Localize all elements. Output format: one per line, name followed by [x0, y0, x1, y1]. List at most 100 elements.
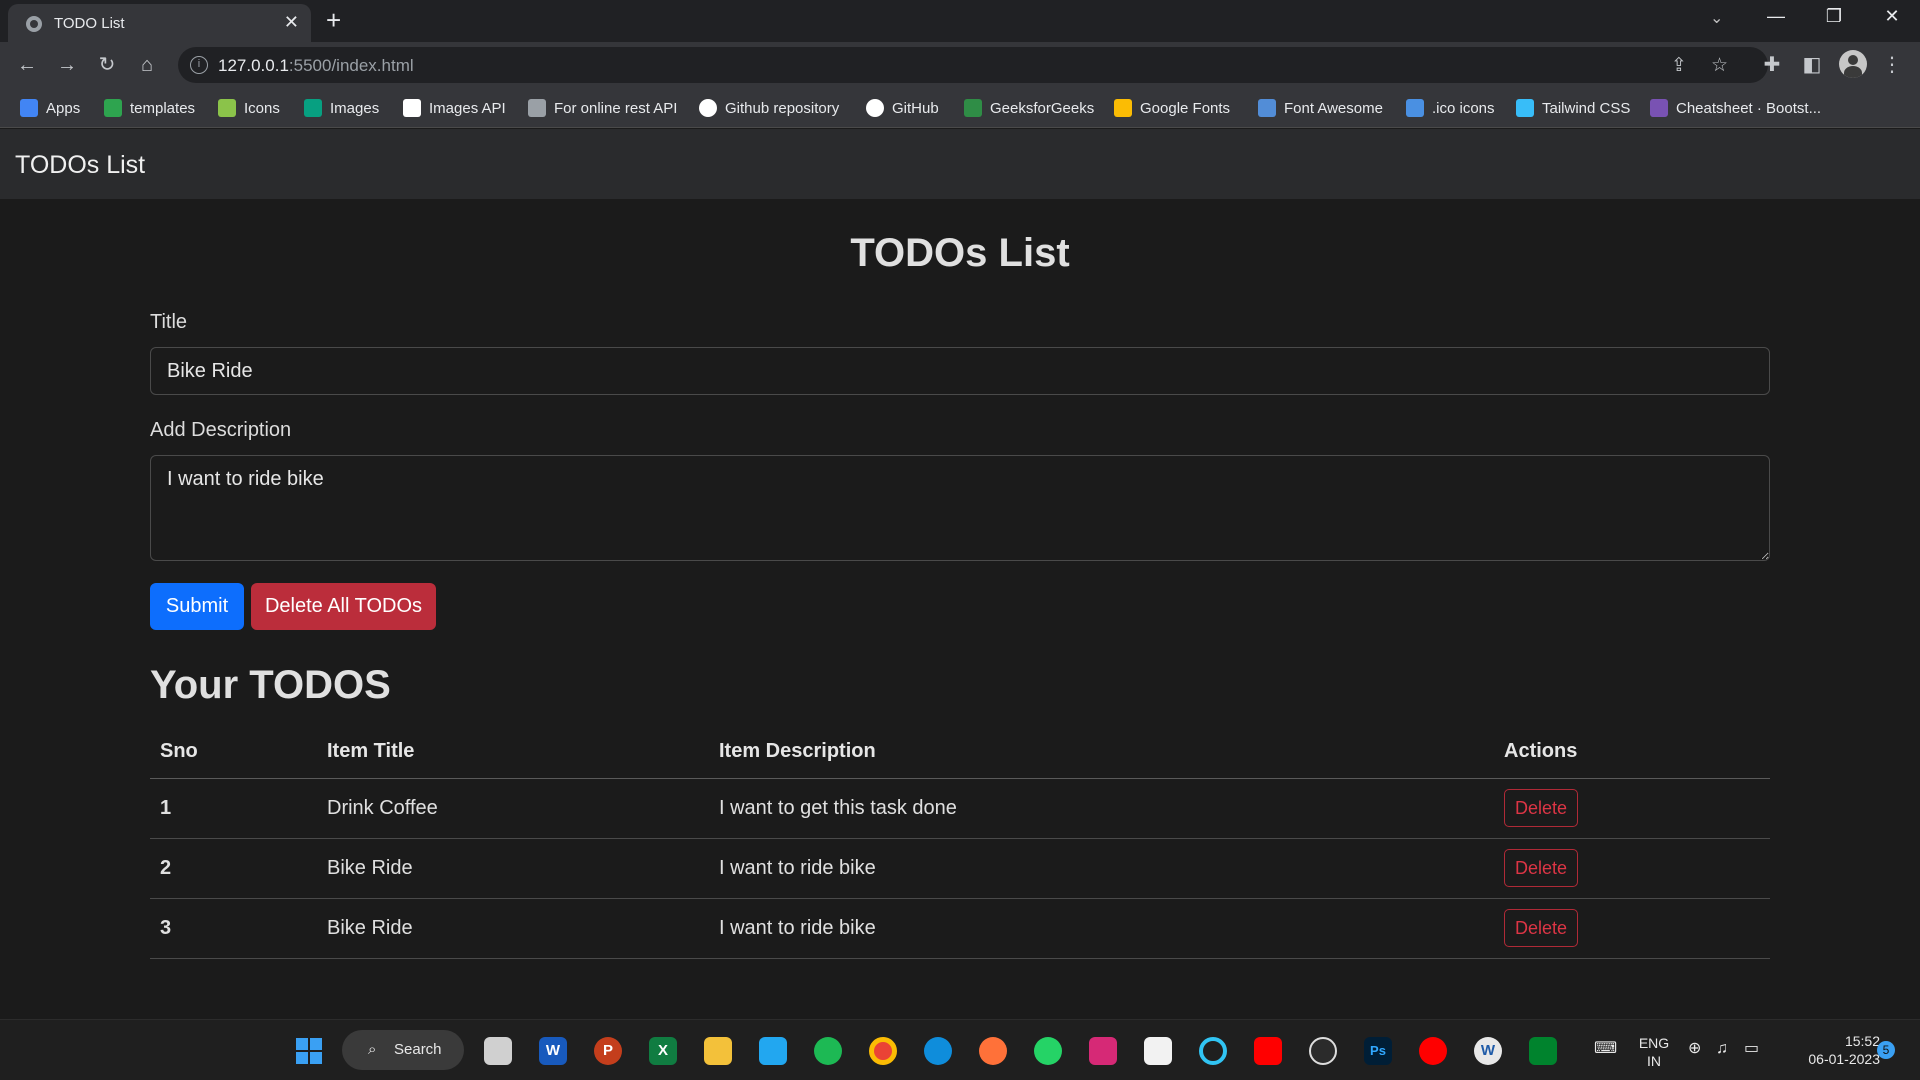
edge-icon[interactable]: [924, 1037, 952, 1065]
chrome-icon[interactable]: [869, 1037, 897, 1065]
bookmarks-bar: Apps templates Icons Images Images API F…: [0, 88, 1920, 128]
bookmark-tailwind[interactable]: Tailwind CSS: [1516, 88, 1630, 128]
task-view-icon[interactable]: [484, 1037, 512, 1065]
windows-start-icon[interactable]: [295, 1037, 323, 1065]
minimize-icon[interactable]: —: [1756, 6, 1796, 27]
whatsapp-icon[interactable]: [1034, 1037, 1062, 1065]
bookmark-label: GitHub: [892, 99, 939, 117]
row-actions: Delete: [1494, 898, 1770, 959]
url-path: :5500/index.html: [288, 56, 414, 75]
extensions-icon[interactable]: ✚: [1758, 51, 1786, 79]
restore-icon[interactable]: ❐: [1814, 6, 1854, 27]
page-navbar: TODOs List: [0, 129, 1920, 199]
bookmark-images[interactable]: Images: [304, 88, 379, 128]
delete-button[interactable]: Delete: [1504, 789, 1579, 827]
column-header: Item Description: [709, 725, 1494, 779]
file-explorer-icon[interactable]: [704, 1037, 732, 1065]
site-info-icon[interactable]: i: [190, 56, 208, 74]
firefox-icon[interactable]: [979, 1037, 1007, 1065]
row-description: I want to get this task done: [709, 778, 1494, 839]
address-bar[interactable]: i 127.0.0.1:5500/index.html ⇪ ☆: [178, 47, 1768, 83]
language-region: IN: [1647, 1053, 1661, 1069]
share-icon[interactable]: ⇪: [1671, 54, 1687, 77]
bookmark-github-repository[interactable]: Github repository: [699, 88, 839, 128]
back-icon[interactable]: ←: [13, 51, 41, 79]
table-row: 3 Bike Ride I want to ride bike Delete: [150, 898, 1770, 959]
bookmark-images-api[interactable]: Images API: [403, 88, 506, 128]
github-icon: [866, 99, 884, 117]
url-text[interactable]: 127.0.0.1:5500/index.html: [218, 56, 414, 76]
new-tab-icon[interactable]: +: [326, 5, 341, 35]
photoshop-icon[interactable]: Ps: [1364, 1037, 1392, 1065]
wordpad-icon[interactable]: W: [1474, 1037, 1502, 1065]
reload-icon[interactable]: ↻: [93, 51, 121, 79]
window-close-icon[interactable]: ✕: [1872, 6, 1912, 27]
tab-search-chevron-icon[interactable]: ⌄: [1710, 8, 1723, 28]
chrome-menu-icon[interactable]: ⋮: [1878, 51, 1906, 79]
bookmark-label: Images: [330, 99, 380, 117]
powerpoint-icon[interactable]: P: [594, 1037, 622, 1065]
taskbar-search[interactable]: ⌕ Search: [342, 1030, 464, 1070]
bookmark-label: GeeksforGeeks: [990, 99, 1095, 117]
meet-icon[interactable]: [1529, 1037, 1557, 1065]
bookmark-github[interactable]: GitHub: [866, 88, 939, 128]
delete-button[interactable]: Delete: [1504, 849, 1579, 887]
bookmark-icons[interactable]: Icons: [218, 88, 280, 128]
camera-icon[interactable]: [1309, 1037, 1337, 1065]
tab-close-icon[interactable]: ✕: [284, 12, 299, 32]
volume-icon[interactable]: ♫: [1716, 1040, 1728, 1058]
row-title: Bike Ride: [317, 838, 709, 899]
excel-icon[interactable]: X: [649, 1037, 677, 1065]
tab-title: TODO List: [54, 15, 125, 32]
bookmark-label: Icons: [244, 99, 280, 117]
instagram-icon[interactable]: [1089, 1037, 1117, 1065]
alexa-icon[interactable]: [1199, 1037, 1227, 1065]
title-input[interactable]: [150, 347, 1770, 395]
network-icon[interactable]: ⊕: [1688, 1040, 1701, 1058]
pexels-icon: [304, 99, 322, 117]
ms-store-icon[interactable]: [1144, 1037, 1172, 1065]
bookmark-ico-icons[interactable]: .ico icons: [1406, 88, 1495, 128]
bookmark-label: Images API: [429, 99, 506, 117]
forward-icon[interactable]: →: [53, 51, 81, 79]
bookmark-google-fonts[interactable]: Google Fonts: [1114, 88, 1230, 128]
bookmark-label: Tailwind CSS: [1542, 99, 1631, 117]
bookmark-geeksforgeeks[interactable]: GeeksforGeeks: [964, 88, 1094, 128]
table-header-row: Sno Item Title Item Description Actions: [150, 725, 1770, 779]
home-icon[interactable]: ⌂: [133, 51, 161, 79]
keyboard-icon[interactable]: ⌨: [1594, 1040, 1617, 1058]
delete-all-button[interactable]: Delete All TODOs: [251, 583, 436, 630]
search-label: Search: [394, 1041, 442, 1058]
table-row: 1 Drink Coffee I want to get this task d…: [150, 778, 1770, 839]
notification-badge[interactable]: 5: [1877, 1041, 1895, 1059]
bookmark-online-rest-api[interactable]: For online rest API: [528, 88, 677, 128]
row-title: Bike Ride: [317, 898, 709, 959]
submit-button[interactable]: Submit: [150, 583, 244, 630]
clock[interactable]: 15:52 06-01-2023: [1784, 1032, 1880, 1068]
spotify-icon[interactable]: [814, 1037, 842, 1065]
browser-tab[interactable]: TODO List ✕: [8, 4, 311, 42]
bookmark-label: .ico icons: [1432, 99, 1495, 117]
delete-button[interactable]: Delete: [1504, 909, 1579, 947]
bookmark-star-icon[interactable]: ☆: [1711, 54, 1728, 77]
icons-site-icon: [218, 99, 236, 117]
profile-avatar[interactable]: [1839, 50, 1867, 78]
bootstrap-icon: [1650, 99, 1668, 117]
youtube-music-icon[interactable]: [1419, 1037, 1447, 1065]
font-awesome-flag-icon: [1258, 99, 1276, 117]
bookmark-label: Apps: [46, 99, 81, 117]
page-title: TODOs List: [850, 231, 1070, 275]
description-textarea[interactable]: I want to ride bike: [150, 455, 1770, 561]
bookmark-apps[interactable]: Apps: [20, 88, 80, 128]
navbar-brand[interactable]: TODOs List: [15, 151, 145, 180]
battery-icon[interactable]: ▭: [1744, 1040, 1759, 1058]
word-icon[interactable]: W: [539, 1037, 567, 1065]
youtube-icon[interactable]: [1254, 1037, 1282, 1065]
google-fonts-icon: [1114, 99, 1132, 117]
language-indicator[interactable]: ENG IN: [1636, 1034, 1672, 1070]
bookmark-bootstrap-cheatsheet[interactable]: Cheatsheet · Bootst...: [1650, 88, 1821, 128]
bookmark-templates[interactable]: templates: [104, 88, 195, 128]
side-panel-icon[interactable]: ◧: [1798, 51, 1826, 79]
bookmark-font-awesome[interactable]: Font Awesome: [1258, 88, 1383, 128]
vscode-icon[interactable]: [759, 1037, 787, 1065]
